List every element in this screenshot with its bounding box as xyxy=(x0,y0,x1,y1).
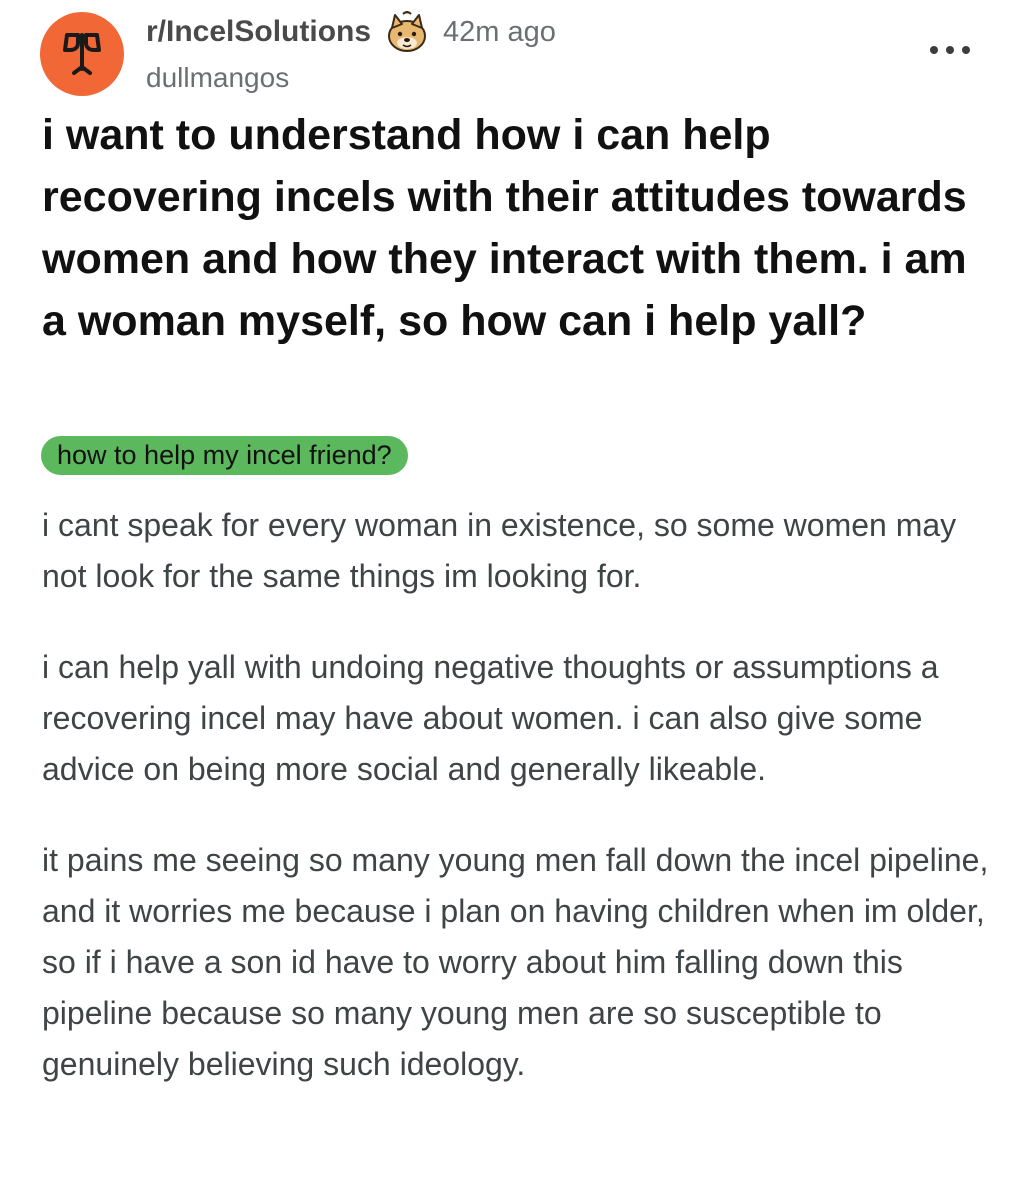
more-dot xyxy=(930,46,938,54)
subreddit-name[interactable]: r/IncelSolutions xyxy=(146,15,371,49)
post-title[interactable]: i want to understand how i can help reco… xyxy=(42,104,992,352)
post-meta: r/IncelSolutions 42m ago dullmangos xyxy=(146,11,846,102)
post-card: r/IncelSolutions 42m ago dullmangos i wa… xyxy=(0,0,1030,1200)
more-dot xyxy=(946,46,954,54)
more-options-icon[interactable] xyxy=(930,42,970,58)
author-name[interactable]: dullmangos xyxy=(146,58,846,98)
more-dot xyxy=(962,46,970,54)
body-paragraph: it pains me seeing so many young men fal… xyxy=(42,842,989,1082)
doge-icon xyxy=(388,11,427,52)
post-flair[interactable]: how to help my incel friend? xyxy=(41,436,408,475)
body-paragraph: i can help yall with undoing negative th… xyxy=(42,649,939,787)
body-paragraph: i cant speak for every woman in existenc… xyxy=(42,507,957,594)
post-time: 42m ago xyxy=(443,15,556,48)
post-body: i cant speak for every woman in existenc… xyxy=(42,500,1002,1130)
post-header: r/IncelSolutions 42m ago dullmangos xyxy=(40,11,990,102)
sprout-icon xyxy=(63,33,101,75)
subreddit-avatar[interactable] xyxy=(40,12,124,96)
meta-row: r/IncelSolutions 42m ago xyxy=(146,11,846,52)
